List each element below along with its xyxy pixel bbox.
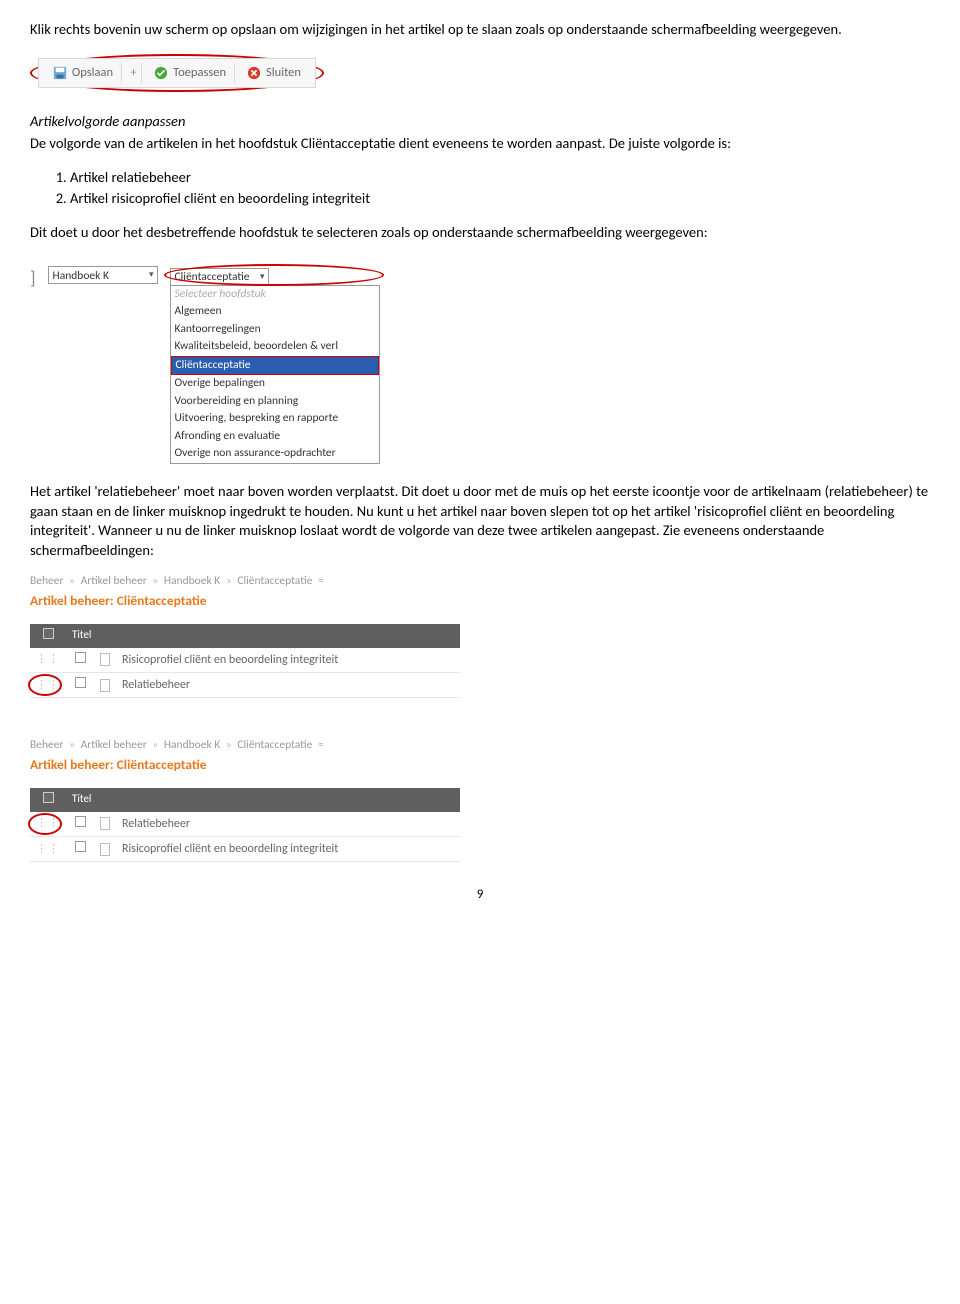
hoofdstuk-select[interactable]: Cliëntacceptatie (170, 268, 269, 286)
page-icon (94, 812, 116, 837)
page-number: 9 (30, 886, 930, 904)
breadcrumb-item[interactable]: Beheer (30, 574, 63, 588)
breadcrumb-expand-icon[interactable]: ≈ (318, 574, 324, 588)
drag-handle-icon[interactable]: ⋮⋮ (30, 812, 66, 837)
breadcrumb: Beheer » Artikel beheer » Handboek K » C… (30, 738, 930, 754)
row-checkbox[interactable] (66, 812, 94, 837)
table-header-checkbox[interactable] (30, 788, 66, 812)
row-title[interactable]: Relatiebeheer (116, 672, 460, 697)
apply-button[interactable]: Toepassen (146, 63, 235, 84)
body-paragraph: Dit doet u door het desbetreffende hoofd… (30, 223, 930, 243)
row-checkbox[interactable] (66, 836, 94, 861)
breadcrumb-item[interactable]: Artikel beheer (81, 574, 147, 588)
breadcrumb-sep: » (226, 574, 232, 588)
breadcrumb-sep: » (69, 574, 75, 588)
breadcrumb-item[interactable]: Cliëntacceptatie (237, 738, 312, 752)
breadcrumb-item[interactable]: Cliëntacceptatie (237, 574, 312, 588)
select-option[interactable]: Algemeen (171, 303, 379, 321)
select-option[interactable]: Voorbereiding en planning (171, 393, 379, 411)
check-icon (154, 66, 168, 80)
list-title: Artikel beheer: Cliëntacceptatie (30, 592, 930, 610)
article-list-after: Beheer » Artikel beheer » Handboek K » C… (30, 738, 930, 862)
breadcrumb-sep: » (69, 738, 75, 752)
bracket-glyph: ] (30, 266, 36, 290)
table-row: ⋮⋮ Relatiebeheer (30, 672, 460, 697)
breadcrumb-sep: » (152, 574, 158, 588)
row-checkbox[interactable] (66, 648, 94, 673)
list-item: Artikel risicoprofiel cliënt en beoordel… (70, 189, 930, 209)
handboek-select[interactable]: Handboek K (48, 266, 158, 284)
body-paragraph: Het artikel 'relatiebeheer' moet naar bo… (30, 482, 930, 560)
save-label: Opslaan (72, 65, 113, 82)
page-icon (94, 836, 116, 861)
article-table: Titel ⋮⋮ Risicoprofiel cliënt en beoorde… (30, 624, 460, 698)
row-title[interactable]: Risicoprofiel cliënt en beoordeling inte… (116, 836, 460, 861)
select-option[interactable]: Kwaliteitsbeleid, beoordelen & verl (171, 338, 379, 356)
drag-handle-icon[interactable]: ⋮⋮ (30, 836, 66, 861)
add-button[interactable]: + (126, 63, 142, 84)
drag-handle-icon[interactable]: ⋮⋮ (30, 672, 66, 697)
page-icon (94, 648, 116, 673)
breadcrumb-item[interactable]: Beheer (30, 738, 63, 752)
table-header-title: Titel (66, 788, 460, 812)
disk-icon (53, 66, 67, 80)
table-row: ⋮⋮ Risicoprofiel cliënt en beoordeling i… (30, 836, 460, 861)
toolbar-screenshot: Opslaan + Toepassen Sluiten (30, 54, 930, 93)
select-option[interactable]: Uitvoering, bespreking en rapporte (171, 410, 379, 428)
close-icon (247, 66, 261, 80)
row-title[interactable]: Risicoprofiel cliënt en beoordeling inte… (116, 648, 460, 673)
select-option[interactable]: Selecteer hoofdstuk (171, 286, 379, 304)
hoofdstuk-options: Selecteer hoofdstuk Algemeen Kantoorrege… (170, 285, 380, 464)
apply-label: Toepassen (173, 65, 226, 82)
breadcrumb-sep: » (226, 738, 232, 752)
breadcrumb-expand-icon[interactable]: ≈ (318, 738, 324, 752)
body-paragraph: De volgorde van de artikelen in het hoof… (30, 134, 930, 154)
dropdown-screenshot: ] Handboek K Cliëntacceptatie Selecteer … (30, 266, 380, 464)
drag-handle-icon[interactable]: ⋮⋮ (30, 648, 66, 673)
select-option[interactable]: Overige non assurance-opdrachter (171, 445, 379, 463)
breadcrumb-item[interactable]: Handboek K (164, 574, 220, 588)
select-option[interactable]: Overige bepalingen (171, 375, 379, 393)
page-icon (94, 672, 116, 697)
breadcrumb-item[interactable]: Artikel beheer (81, 738, 147, 752)
select-option-selected[interactable]: Cliëntacceptatie (171, 356, 379, 376)
breadcrumb-item[interactable]: Handboek K (164, 738, 220, 752)
ordered-list: Artikel relatiebeheer Artikel risicoprof… (70, 168, 930, 209)
body-paragraph: Klik rechts bovenin uw scherm op opslaan… (30, 20, 930, 40)
select-option[interactable]: Afronding en evaluatie (171, 428, 379, 446)
section-heading: Artikelvolgorde aanpassen (30, 112, 930, 132)
close-button[interactable]: Sluiten (239, 63, 309, 84)
list-title: Artikel beheer: Cliëntacceptatie (30, 756, 930, 774)
article-list-before: Beheer » Artikel beheer » Handboek K » C… (30, 574, 930, 698)
row-title[interactable]: Relatiebeheer (116, 812, 460, 837)
table-header-checkbox[interactable] (30, 624, 66, 648)
breadcrumb: Beheer » Artikel beheer » Handboek K » C… (30, 574, 930, 590)
table-header-title: Titel (66, 624, 460, 648)
select-option[interactable]: Kantoorregelingen (171, 321, 379, 339)
save-button[interactable]: Opslaan (45, 63, 122, 84)
close-label: Sluiten (266, 65, 301, 82)
row-checkbox[interactable] (66, 672, 94, 697)
list-item: Artikel relatiebeheer (70, 168, 930, 188)
table-row: ⋮⋮ Relatiebeheer (30, 812, 460, 837)
article-table: Titel ⋮⋮ Relatiebeheer ⋮⋮ Risicoprofiel … (30, 788, 460, 862)
breadcrumb-sep: » (152, 738, 158, 752)
table-row: ⋮⋮ Risicoprofiel cliënt en beoordeling i… (30, 648, 460, 673)
